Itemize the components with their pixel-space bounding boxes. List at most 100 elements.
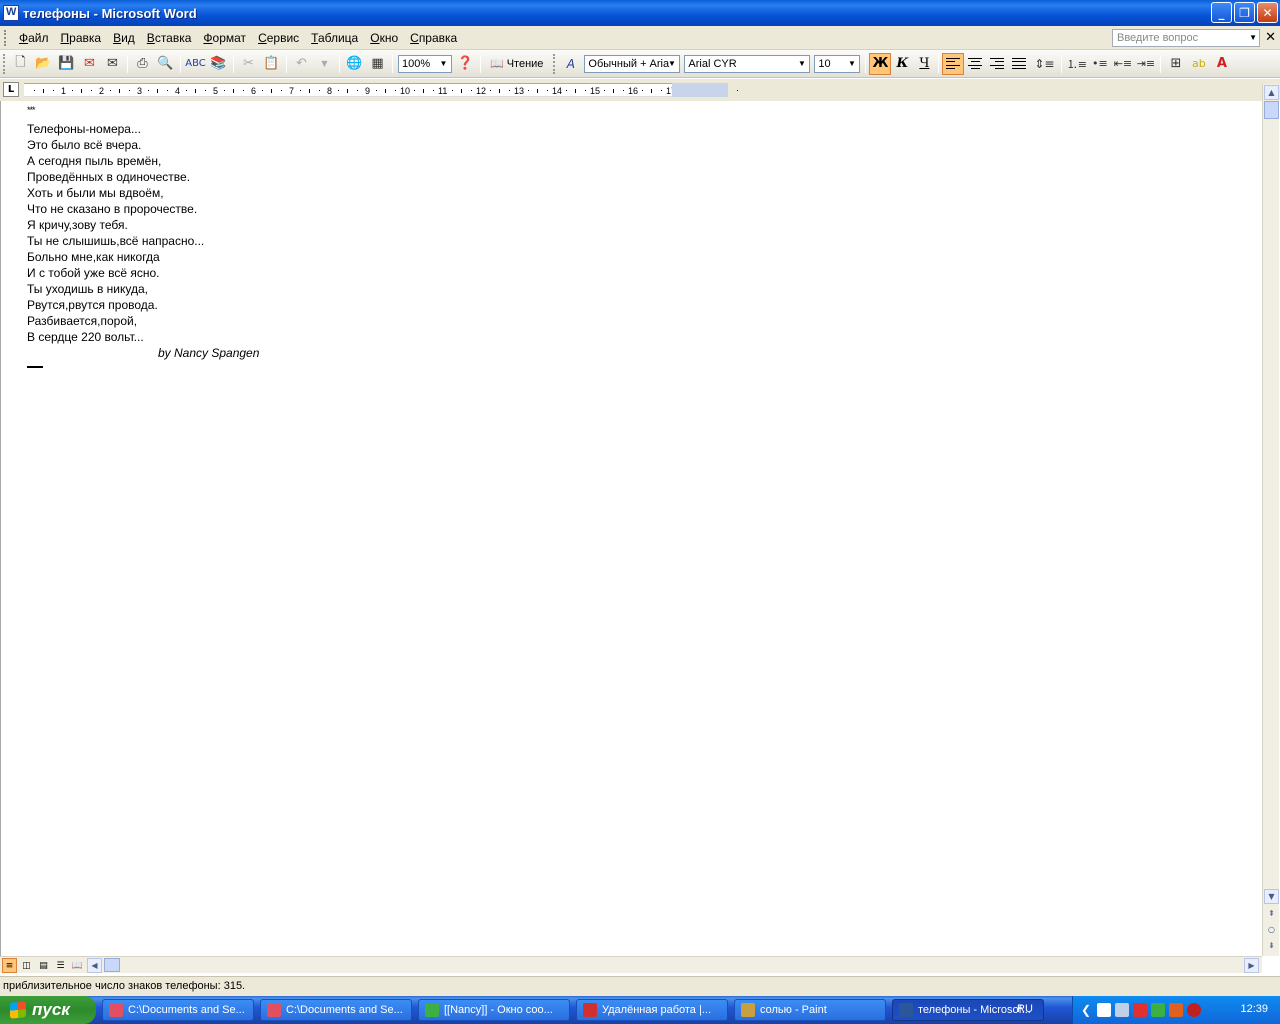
horizontal-scroll-thumb[interactable]: [104, 958, 120, 972]
line-spacing-icon[interactable]: ⇕≡: [1030, 53, 1058, 75]
toolbar-grip[interactable]: [3, 53, 6, 74]
close-button[interactable]: ✕: [1257, 2, 1278, 23]
taskbar-button[interactable]: солью - Paint: [734, 999, 886, 1021]
undo-icon[interactable]: ↶: [290, 53, 313, 75]
chevron-down-icon[interactable]: ▼: [845, 57, 858, 71]
menu-tools[interactable]: Сервис: [252, 31, 305, 45]
chevron-down-icon[interactable]: ▼: [795, 57, 808, 71]
vertical-scroll-thumb[interactable]: [1264, 101, 1279, 119]
chevron-down-icon[interactable]: ▼: [665, 57, 678, 71]
decrease-indent-icon[interactable]: ⇤≡: [1111, 53, 1134, 75]
toolbar-grip[interactable]: [553, 53, 556, 74]
numbering-icon[interactable]: ⒈≡: [1065, 53, 1088, 75]
poem-line[interactable]: Больно мне,как никогда: [27, 249, 204, 265]
zoom-select[interactable]: 100% ▼: [398, 54, 452, 73]
tray-expand-icon[interactable]: ❮: [1081, 1003, 1091, 1017]
previous-page-icon[interactable]: ⇞: [1264, 906, 1279, 921]
reading-mode-button[interactable]: 📖 Чтение: [484, 53, 549, 75]
web-view-icon[interactable]: ◫: [19, 958, 34, 973]
poem-line[interactable]: И с тобой уже всё ясно.: [27, 265, 204, 281]
permission-icon[interactable]: ✉: [78, 53, 101, 75]
print-layout-icon[interactable]: ▤: [36, 958, 51, 973]
font-size-select[interactable]: 10 ▼: [814, 54, 861, 73]
hyperlink-icon[interactable]: 🌐: [343, 53, 366, 75]
bullets-icon[interactable]: •≡: [1088, 53, 1111, 75]
scroll-right-icon[interactable]: ▶: [1244, 958, 1259, 973]
open-folder-icon[interactable]: 📂: [32, 53, 55, 75]
taskbar-button[interactable]: C:\Documents and Se...: [260, 999, 412, 1021]
scroll-down-icon[interactable]: ▼: [1264, 889, 1279, 904]
app-tray-icon[interactable]: [1169, 1003, 1184, 1017]
restore-button[interactable]: ❐: [1234, 2, 1255, 23]
scroll-up-icon[interactable]: ▲: [1264, 85, 1279, 100]
poem-line[interactable]: Что не сказано в пророчестве.: [27, 201, 204, 217]
highlight-icon[interactable]: ab: [1187, 53, 1210, 75]
vertical-scrollbar[interactable]: ▲ ▼ ⇞ ○ ⇟: [1262, 84, 1279, 956]
italic-button[interactable]: К: [891, 53, 913, 75]
taskbar-button[interactable]: Удалённая работа |...: [576, 999, 728, 1021]
menu-edit[interactable]: Правка: [55, 31, 108, 45]
align-left-button[interactable]: [942, 52, 965, 75]
poem-line[interactable]: В сердце 220 вольт...: [27, 329, 204, 345]
spelling-icon[interactable]: ABC: [184, 53, 207, 75]
browse-object-icon[interactable]: ○: [1264, 922, 1279, 937]
taskbar-button[interactable]: [[Nancy]] - Окно соо...: [418, 999, 570, 1021]
close-document-icon[interactable]: ✕: [1265, 30, 1276, 45]
menu-view[interactable]: Вид: [107, 31, 141, 45]
poem-line[interactable]: Рвутся,рвутся провода.: [27, 297, 204, 313]
menu-format[interactable]: Формат: [197, 31, 252, 45]
email-icon[interactable]: ✉: [101, 53, 124, 75]
insert-table-icon[interactable]: ▦: [366, 53, 389, 75]
horizontal-ruler[interactable]: 123456789101112131415161718: [24, 83, 738, 97]
start-button[interactable]: пуск: [0, 996, 96, 1024]
ask-question-input[interactable]: Введите вопрос ▼: [1112, 29, 1260, 47]
new-document-icon[interactable]: 🗋: [9, 53, 32, 75]
shield-icon[interactable]: [1187, 1003, 1202, 1017]
cut-icon[interactable]: ✂: [237, 53, 260, 75]
justify-button[interactable]: [1008, 53, 1030, 75]
print-icon[interactable]: ⎙: [131, 53, 154, 75]
outline-view-icon[interactable]: ☰: [53, 958, 68, 973]
styles-pane-icon[interactable]: A: [559, 53, 582, 75]
align-right-button[interactable]: [986, 53, 1008, 75]
normal-view-icon[interactable]: ≡: [2, 958, 17, 973]
align-center-button[interactable]: [964, 53, 986, 75]
poem-line[interactable]: Я кричу,зову тебя.: [27, 217, 204, 233]
poem-line[interactable]: А сегодня пыль времён,: [27, 153, 204, 169]
bold-button[interactable]: Ж: [869, 52, 892, 75]
help-icon[interactable]: ❓: [454, 53, 477, 75]
increase-indent-icon[interactable]: ⇥≡: [1134, 53, 1157, 75]
menu-insert[interactable]: Вставка: [141, 31, 198, 45]
poem-line[interactable]: Это было всё вчера.: [27, 137, 204, 153]
minimize-button[interactable]: _: [1211, 2, 1232, 23]
network-icon[interactable]: [1097, 1003, 1112, 1017]
chevron-down-icon[interactable]: ▼: [1249, 33, 1257, 42]
taskbar-button[interactable]: C:\Documents and Se...: [102, 999, 254, 1021]
menu-window[interactable]: Окно: [364, 31, 404, 45]
reading-view-icon[interactable]: 📖: [70, 958, 85, 973]
volume-icon[interactable]: [1115, 1003, 1130, 1017]
poem-line[interactable]: Хоть и были мы вдвоём,: [27, 185, 204, 201]
chevron-down-icon[interactable]: ▼: [437, 57, 450, 71]
font-select[interactable]: Arial CYR ▼: [684, 54, 811, 73]
language-indicator[interactable]: RU: [1017, 1003, 1033, 1015]
menu-grip[interactable]: [4, 29, 7, 46]
print-preview-icon[interactable]: 🔍: [154, 53, 177, 75]
word-app-icon[interactable]: [3, 5, 19, 21]
poem-line[interactable]: Разбивается,порой,: [27, 313, 204, 329]
poem-line[interactable]: Ты уходишь в никуда,: [27, 281, 204, 297]
menu-file[interactable]: Файл: [13, 31, 55, 45]
font-color-icon[interactable]: A: [1210, 53, 1233, 75]
research-icon[interactable]: 📚: [207, 53, 230, 75]
scroll-left-icon[interactable]: ◀: [87, 958, 102, 973]
menu-help[interactable]: Справка: [404, 31, 463, 45]
underline-button[interactable]: Ч: [913, 53, 935, 75]
poem-line[interactable]: Проведённых в одиночестве.: [27, 169, 204, 185]
messenger-icon[interactable]: [1151, 1003, 1166, 1017]
signature-line[interactable]: by Nancy Spangen: [158, 346, 259, 360]
poem-line[interactable]: Ты не слышишь,всё напрасно...: [27, 233, 204, 249]
borders-icon[interactable]: ⊞: [1164, 53, 1187, 75]
menu-table[interactable]: Таблица: [305, 31, 364, 45]
style-select[interactable]: Обычный + Aria ▼: [584, 54, 681, 73]
poem-line[interactable]: Телефоны-номера...: [27, 121, 204, 137]
